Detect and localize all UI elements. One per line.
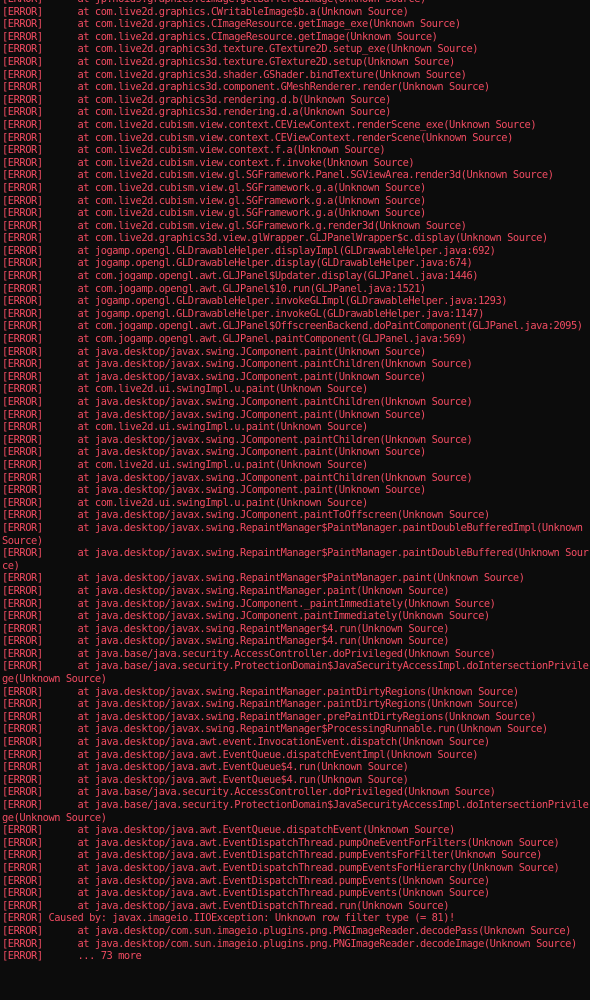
log-line: [ERROR] ... 73 more (2, 950, 142, 963)
log-line: [ERROR] at java.base/java.security.Prote… (2, 799, 589, 824)
log-line: [ERROR] at com.live2d.graphics3d.renderi… (2, 93, 391, 106)
log-line: [ERROR] at com.jogamp.opengl.awt.GLJPane… (2, 282, 426, 295)
log-line: [ERROR] at java.desktop/java.awt.EventDi… (2, 874, 490, 887)
log-line: [ERROR] at java.desktop/javax.swing.Repa… (2, 547, 589, 572)
log-line: [ERROR] at com.live2d.ui.swingImpl.u.pai… (2, 458, 368, 471)
error-log-console[interactable]: [ERROR] at jp.noids.graphics.CImage.getB… (0, 0, 590, 963)
log-line: [ERROR] at com.live2d.graphics.CImageRes… (2, 18, 461, 31)
log-line: [ERROR] at java.base/java.security.Acces… (2, 647, 496, 660)
log-line: [ERROR] at java.desktop/javax.swing.Repa… (2, 584, 450, 597)
log-line: [ERROR] at java.desktop/javax.swing.Repa… (2, 572, 525, 585)
log-line: [ERROR] at java.desktop/java.awt.EventDi… (2, 849, 542, 862)
log-line: [ERROR] at com.jogamp.opengl.awt.GLJPane… (2, 320, 583, 333)
log-line: [ERROR] at java.base/java.security.Acces… (2, 786, 496, 799)
log-line: [ERROR] at java.desktop/java.awt.EventDi… (2, 899, 450, 912)
log-line: [ERROR] at com.jogamp.opengl.awt.GLJPane… (2, 270, 479, 283)
log-line: [ERROR] at java.desktop/javax.swing.Repa… (2, 521, 589, 547)
log-line: [ERROR] at java.desktop/javax.swing.JCom… (2, 509, 490, 522)
log-line: [ERROR] at com.live2d.cubism.view.gl.SGF… (2, 219, 467, 232)
log-line: [ERROR] at com.live2d.graphics3d.texture… (2, 55, 455, 68)
log-line: [ERROR] at java.desktop/java.awt.EventDi… (2, 861, 560, 874)
log-line: [ERROR] at com.live2d.ui.swingImpl.u.pai… (2, 383, 368, 396)
log-line: [ERROR] at com.live2d.cubism.view.gl.SGF… (2, 169, 554, 182)
log-line: [ERROR] Caused by: javax.imageio.IIOExce… (2, 912, 455, 925)
log-line: [ERROR] at com.jogamp.opengl.awt.GLJPane… (2, 333, 467, 346)
log-line: [ERROR] at java.desktop/java.awt.EventQu… (2, 748, 479, 761)
log-line: [ERROR] at java.desktop/javax.swing.JCom… (2, 358, 473, 371)
log-line: [ERROR] at java.desktop/javax.swing.Repa… (2, 698, 519, 711)
log-line: [ERROR] at java.desktop/javax.swing.Repa… (2, 622, 450, 635)
log-line: [ERROR] at com.live2d.cubism.view.contex… (2, 118, 537, 131)
log-line: [ERROR] at java.desktop/javax.swing.JCom… (2, 396, 473, 408)
log-line: [ERROR] at com.live2d.cubism.view.gl.SGF… (2, 194, 426, 207)
log-line: [ERROR] at com.live2d.ui.swingImpl.u.pai… (2, 421, 368, 434)
log-line: [ERROR] at com.live2d.cubism.view.contex… (2, 156, 415, 169)
log-line: [ERROR] at java.desktop/java.awt.event.I… (2, 736, 490, 749)
log-line: [ERROR] at java.desktop/javax.swing.JCom… (2, 408, 426, 421)
log-line: [ERROR] at java.desktop/javax.swing.JCom… (2, 446, 426, 459)
log-line: [ERROR] at java.desktop/javax.swing.JCom… (2, 471, 473, 484)
log-line: [ERROR] at java.desktop/javax.swing.Repa… (2, 723, 548, 736)
log-line: [ERROR] at com.live2d.graphics3d.shader.… (2, 68, 467, 81)
log-line: [ERROR] at com.live2d.graphics.CWritable… (2, 5, 409, 18)
log-line: [ERROR] at java.base/java.security.Prote… (2, 660, 589, 686)
log-line: [ERROR] at com.live2d.cubism.view.contex… (2, 131, 513, 144)
log-line: [ERROR] at com.live2d.ui.swingImpl.u.pai… (2, 496, 368, 509)
log-line: [ERROR] at java.desktop/javax.swing.Repa… (2, 685, 519, 698)
log-line: [ERROR] at java.desktop/javax.swing.JCom… (2, 484, 426, 497)
log-line: [ERROR] at java.desktop/javax.swing.Repa… (2, 635, 450, 648)
log-line: [ERROR] at java.desktop/javax.swing.JCom… (2, 345, 426, 358)
log-line: [ERROR] at java.desktop/com.sun.imageio.… (2, 924, 571, 937)
log-line: [ERROR] at com.live2d.graphics.CImageRes… (2, 30, 438, 43)
log-line: [ERROR] at com.live2d.graphics3d.texture… (2, 43, 479, 56)
log-line: [ERROR] at java.desktop/javax.swing.JCom… (2, 433, 473, 446)
log-line: [ERROR] at java.desktop/javax.swing.JCom… (2, 610, 490, 623)
log-line: [ERROR] at jogamp.opengl.GLDrawableHelpe… (2, 244, 496, 257)
log-line: [ERROR] at java.desktop/javax.swing.Repa… (2, 710, 537, 723)
log-line: [ERROR] at java.desktop/javax.swing.JCom… (2, 370, 426, 383)
log-line: [ERROR] at java.desktop/java.awt.EventQu… (2, 773, 409, 786)
log-line: [ERROR] at java.desktop/java.awt.EventQu… (2, 824, 455, 837)
log-line: [ERROR] at jogamp.opengl.GLDrawableHelpe… (2, 257, 473, 270)
log-line: [ERROR] at java.desktop/javax.swing.JCom… (2, 597, 496, 610)
log-line: [ERROR] at java.desktop/java.awt.EventQu… (2, 761, 409, 774)
log-line: [ERROR] at com.live2d.cubism.view.gl.SGF… (2, 181, 426, 194)
log-line: [ERROR] at jogamp.opengl.GLDrawableHelpe… (2, 295, 508, 308)
log-line: [ERROR] at com.live2d.cubism.view.gl.SGF… (2, 207, 426, 220)
log-line: [ERROR] at java.desktop/com.sun.imageio.… (2, 937, 577, 950)
log-line: [ERROR] at java.desktop/java.awt.EventDi… (2, 887, 490, 900)
log-line: [ERROR] at com.live2d.graphics3d.view.gl… (2, 232, 548, 245)
log-line: [ERROR] at com.live2d.graphics3d.renderi… (2, 106, 391, 119)
log-line: [ERROR] at java.desktop/java.awt.EventDi… (2, 836, 560, 849)
log-line: [ERROR] at com.live2d.graphics3d.compone… (2, 81, 490, 94)
log-line: [ERROR] at com.live2d.cubism.view.contex… (2, 144, 386, 157)
log-line: [ERROR] at jogamp.opengl.GLDrawableHelpe… (2, 307, 484, 320)
